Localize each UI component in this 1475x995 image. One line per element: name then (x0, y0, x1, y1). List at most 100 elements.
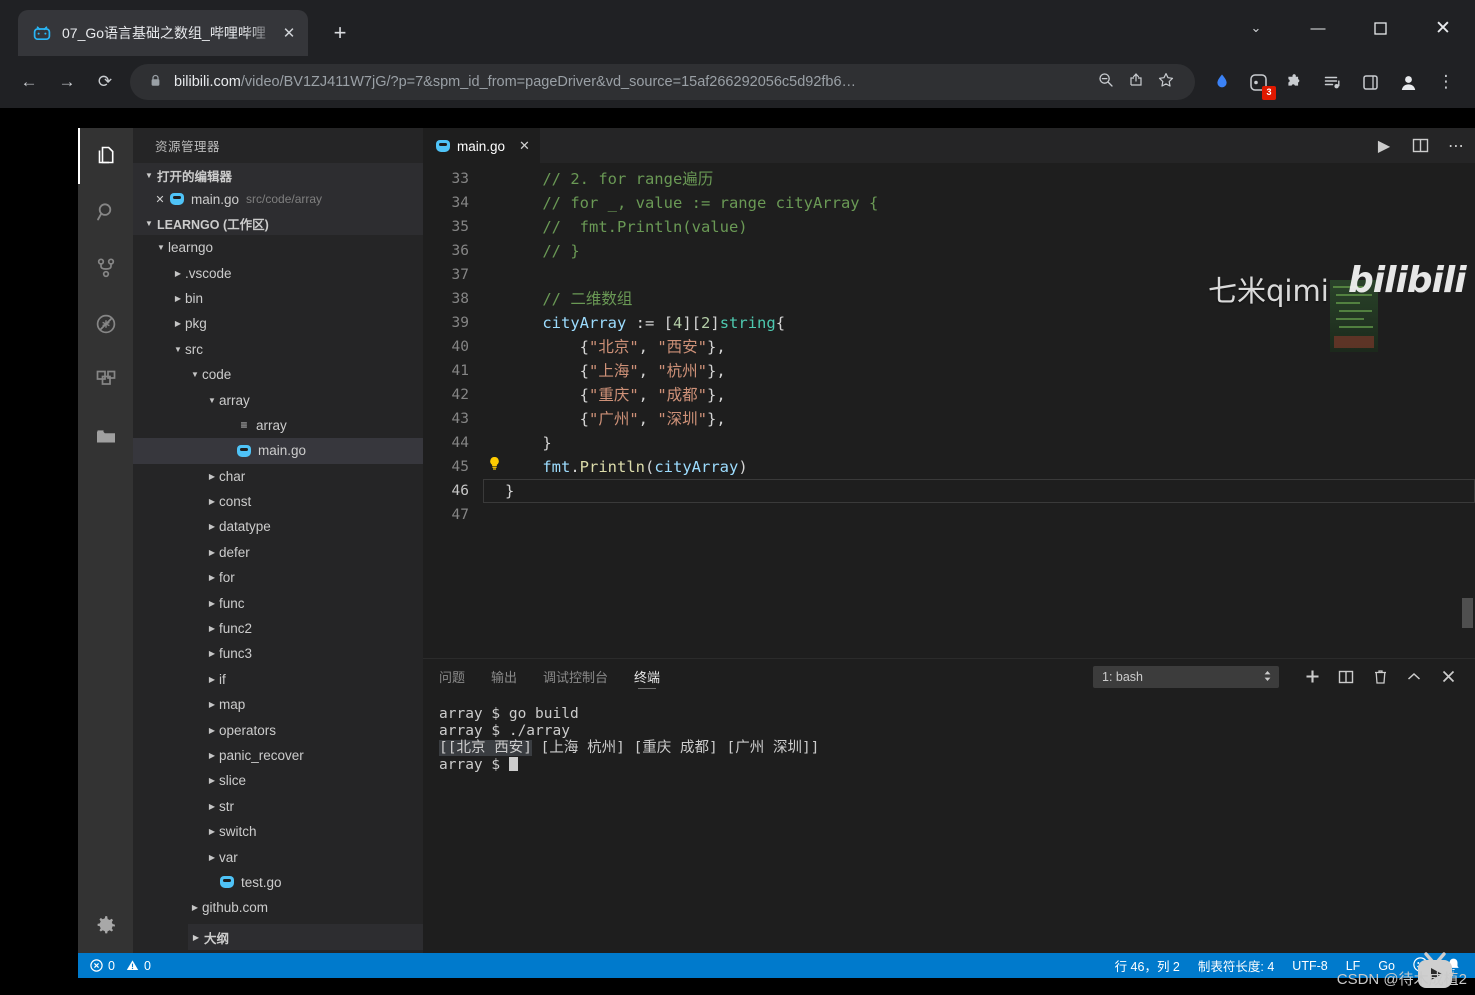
sidebar-item-run-and-debug[interactable] (78, 296, 133, 352)
tree-item-for[interactable]: ▶ for (133, 565, 423, 590)
tree-item-array[interactable]: ▼ array (133, 387, 423, 412)
search-minus-icon[interactable] (1091, 72, 1121, 92)
sidebar-item-search[interactable] (78, 184, 133, 240)
code-line[interactable]: 39 cityArray := [4][2]string{ (423, 311, 1475, 335)
tab-debug-console[interactable]: 调试控制台 (543, 659, 608, 694)
close-window-button[interactable]: ✕ (1411, 0, 1475, 56)
back-icon[interactable]: ← (10, 63, 48, 101)
side-panel-icon[interactable] (1351, 63, 1389, 101)
tree-item-src[interactable]: ▼ src (133, 337, 423, 362)
sidebar-item-explorer[interactable] (78, 128, 133, 184)
tree-item-switch[interactable]: ▶ switch (133, 819, 423, 844)
split-editor-icon[interactable] (1409, 135, 1431, 157)
code-line[interactable]: 46} (423, 479, 1475, 503)
tree-item-code[interactable]: ▼ code (133, 362, 423, 387)
address-bar[interactable]: bilibili.com/video/BV1ZJ411W7jG/?p=7&spm… (130, 64, 1195, 100)
code-line[interactable]: 36 // } (423, 239, 1475, 263)
new-tab-button[interactable]: + (326, 20, 354, 48)
code-line[interactable]: 40 {"北京", "西安"}, (423, 335, 1475, 359)
tree-item-func2[interactable]: ▶ func2 (133, 616, 423, 641)
tree-item-main-go[interactable]: ▶ main.go (133, 438, 423, 464)
status-problems[interactable]: 0 0 (90, 959, 151, 973)
maximize-panel-icon[interactable] (1397, 659, 1431, 694)
tree-item-var[interactable]: ▶ var (133, 844, 423, 869)
code-line[interactable]: 41 {"上海", "杭州"}, (423, 359, 1475, 383)
tree-item-func3[interactable]: ▶ func3 (133, 641, 423, 666)
code-line[interactable]: 43 {"广州", "深圳"}, (423, 407, 1475, 431)
profile-icon[interactable] (1389, 63, 1427, 101)
tree-item-func[interactable]: ▶ func (133, 590, 423, 615)
tree-item-slice[interactable]: ▶ slice (133, 768, 423, 793)
sidebar-item-source-control[interactable] (78, 240, 133, 296)
tree-item-datatype[interactable]: ▶ datatype (133, 514, 423, 539)
extensions-icon[interactable] (1275, 63, 1313, 101)
terminal-selector[interactable]: 1: bash (1093, 665, 1279, 688)
sidebar-item-remote-explorer[interactable] (78, 408, 133, 464)
vscode-bottom-panel: 问题 输出 调试控制台 终端 1: bash array $ go build … (423, 658, 1475, 975)
scrollbar-thumb[interactable] (1462, 598, 1473, 628)
tab-terminal[interactable]: 终端 (634, 659, 660, 694)
star-icon[interactable] (1151, 72, 1181, 92)
split-terminal-icon[interactable] (1329, 659, 1363, 694)
tab-problems[interactable]: 问题 (439, 659, 465, 694)
tree-item-test-go[interactable]: ▶ test.go (133, 870, 423, 895)
status-encoding[interactable]: UTF-8 (1292, 959, 1327, 973)
close-icon[interactable]: ✕ (151, 193, 169, 206)
extension-with-badge[interactable]: 3 (1241, 65, 1276, 100)
tree-item-if[interactable]: ▶ if (133, 667, 423, 692)
close-panel-icon[interactable] (1431, 659, 1465, 694)
code-line[interactable]: 45 fmt.Println(cityArray) (423, 455, 1475, 479)
editor-scrollbar[interactable] (1461, 163, 1475, 658)
forward-icon[interactable]: → (48, 63, 86, 101)
video-player-area[interactable]: 资源管理器 ▼ 打开的编辑器 ✕ main.go src/code/array … (0, 108, 1475, 995)
code-line[interactable]: 47 (423, 503, 1475, 527)
code-line[interactable]: 35 // fmt.Println(value) (423, 215, 1475, 239)
editor-tab-main-go[interactable]: main.go ✕ (423, 128, 540, 163)
code-line[interactable]: 44 } (423, 431, 1475, 455)
more-actions-icon[interactable]: ⋯ (1445, 135, 1467, 157)
translate-icon[interactable] (1203, 63, 1241, 101)
code-line[interactable]: 42 {"重庆", "成都"}, (423, 383, 1475, 407)
settings-gear-icon[interactable] (78, 897, 133, 953)
status-cursor-position[interactable]: 行 46，列 2 (1115, 956, 1180, 975)
code-editor[interactable]: 33 // 2. for range遍历 34 // for _, value :… (423, 163, 1475, 658)
reload-icon[interactable]: ⟳ (86, 63, 124, 101)
open-editors-section-header[interactable]: ▼ 打开的编辑器 (133, 163, 423, 187)
status-indentation[interactable]: 制表符长度: 4 (1198, 956, 1274, 975)
tree-item--vscode[interactable]: ▶ .vscode (133, 260, 423, 285)
tree-item-pkg[interactable]: ▶ pkg (133, 311, 423, 336)
new-terminal-icon[interactable] (1295, 659, 1329, 694)
run-code-icon[interactable]: ▶ (1373, 135, 1395, 157)
browser-tab[interactable]: 07_Go语言基础之数组_哔哩哔哩 ✕ (18, 10, 308, 56)
reading-list-icon[interactable] (1313, 63, 1351, 101)
code-line[interactable]: 34 // for _, value := range cityArray { (423, 191, 1475, 215)
browser-menu-icon[interactable]: ⋮ (1427, 63, 1465, 101)
minimize-button[interactable]: — (1287, 0, 1349, 56)
tree-item-panic-recover[interactable]: ▶ panic_recover (133, 743, 423, 768)
terminal-output[interactable]: array $ go build array $ ./array [[北京 西安] … (423, 694, 1475, 774)
tree-item-str[interactable]: ▶ str (133, 794, 423, 819)
share-icon[interactable] (1121, 72, 1151, 92)
kill-terminal-icon[interactable] (1363, 659, 1397, 694)
tree-item-defer[interactable]: ▶ defer (133, 540, 423, 565)
workspace-section-header[interactable]: ▼ LEARNGO (工作区) (133, 211, 423, 235)
lightbulb-icon[interactable] (483, 455, 505, 479)
maximize-button[interactable] (1349, 0, 1411, 56)
tree-item-bin[interactable]: ▶ bin (133, 286, 423, 311)
tree-item-github-com[interactable]: ▶ github.com (133, 895, 423, 920)
open-editor-item-main-go[interactable]: ✕ main.go src/code/array (133, 187, 423, 211)
close-icon[interactable]: ✕ (278, 22, 300, 44)
sidebar-item-extensions[interactable] (78, 352, 133, 408)
chevron-down-icon[interactable]: ⌄ (1225, 0, 1287, 56)
tree-item-map[interactable]: ▶ map (133, 692, 423, 717)
tree-item-char[interactable]: ▶ char (133, 464, 423, 489)
tree-item-operators[interactable]: ▶ operators (133, 717, 423, 742)
tree-item-array[interactable]: ▶ ≡ array (133, 413, 423, 438)
close-icon[interactable]: ✕ (519, 138, 530, 154)
tree-item-learngo[interactable]: ▼ learngo (133, 235, 423, 260)
code-line[interactable]: 33 // 2. for range遍历 (423, 167, 1475, 191)
code-text: {"重庆", "成都"}, (505, 386, 726, 404)
tree-item-const[interactable]: ▶ const (133, 489, 423, 514)
tab-output[interactable]: 输出 (491, 659, 517, 694)
chevron-right-icon: ▶ (174, 319, 182, 329)
